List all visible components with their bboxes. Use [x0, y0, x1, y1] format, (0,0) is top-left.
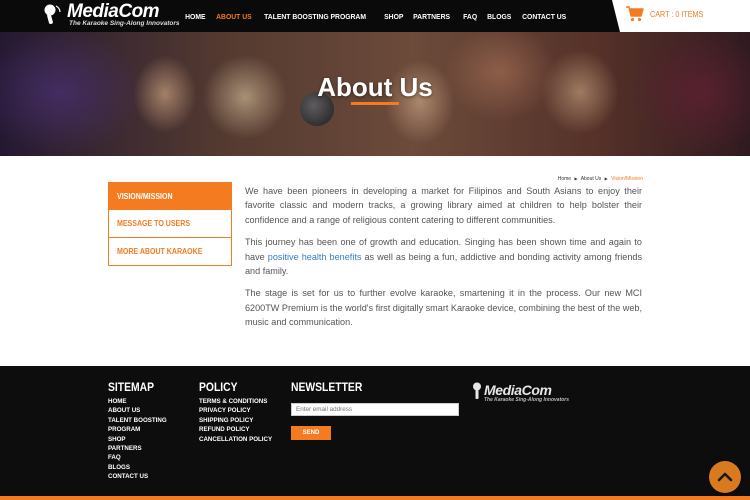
footer-link-about-us[interactable]: ABOUT US	[108, 406, 167, 415]
page-title: About Us	[317, 72, 433, 102]
scroll-to-top-button[interactable]	[709, 461, 741, 493]
footer-link-refund[interactable]: REFUND POLICY	[199, 425, 272, 434]
footer-link-talent-boosting[interactable]: TALENT BOOSTING	[108, 416, 167, 425]
microphone-icon	[44, 4, 61, 25]
nav-blogs[interactable]: BLOGS	[483, 12, 515, 21]
footer-link-privacy[interactable]: PRIVACY POLICY	[199, 406, 272, 415]
nav-home[interactable]: HOME	[181, 12, 210, 21]
footer-link-blogs[interactable]: BLOGS	[108, 463, 167, 472]
footer-newsletter: NEWSLETTER SEND	[291, 382, 459, 440]
nav-talent-boosting-program[interactable]: TALENT BOOSTING PROGRAM	[260, 12, 370, 21]
nav-contact-us[interactable]: CONTACT US	[518, 12, 570, 21]
chevron-up-icon	[717, 472, 733, 482]
breadcrumb: Home ▶ About Us ▶ Vision/Mission	[558, 176, 643, 182]
microphone-icon	[473, 382, 481, 399]
footer-link-shop[interactable]: SHOP	[108, 435, 167, 444]
cart-button[interactable]: CART : 0 ITEMS	[612, 0, 750, 32]
cart-icon	[626, 6, 644, 22]
newsletter-heading: NEWSLETTER	[291, 382, 363, 394]
paragraph-1: We have been pioneers in developing a ma…	[245, 186, 642, 225]
sitemap-heading: SITEMAP	[108, 382, 155, 394]
main-content: We have been pioneers in developing a ma…	[245, 184, 642, 338]
paragraph-2: This journey has been one of growth and …	[245, 235, 642, 278]
footer-link-home[interactable]: HOME	[108, 397, 167, 406]
footer-link-contact-us[interactable]: CONTACT US	[108, 472, 167, 481]
main-nav: HOME ABOUT US TALENT BOOSTING PROGRAM SH…	[181, 0, 575, 32]
side-menu: VISION/MISSION MESSAGE TO USERS MORE ABO…	[108, 182, 232, 266]
side-item-label: VISION/MISSION	[117, 191, 173, 201]
breadcrumb-home[interactable]: Home	[558, 176, 571, 182]
policy-heading: POLICY	[199, 382, 238, 394]
site-logo[interactable]: MediaCom The Karaoke Sing-Along Innovato…	[41, 1, 181, 30]
site-header: MediaCom The Karaoke Sing-Along Innovato…	[0, 0, 750, 32]
side-item-more-about-karaoke[interactable]: MORE ABOUT KARAOKE	[108, 238, 232, 266]
breadcrumb-about-us[interactable]: About Us	[581, 176, 602, 182]
nav-about-us[interactable]: ABOUT US	[212, 12, 256, 21]
footer-link-program[interactable]: PROGRAM	[108, 425, 167, 434]
footer-link-terms[interactable]: TERMS & CONDITIONS	[199, 397, 272, 406]
footer-sitemap: SITEMAP HOME ABOUT US TALENT BOOSTING PR…	[108, 382, 167, 482]
footer-policy: POLICY TERMS & CONDITIONS PRIVACY POLICY…	[199, 382, 272, 444]
footer-logo-name: MediaCom	[484, 382, 552, 398]
side-item-label: MORE ABOUT KARAOKE	[117, 247, 203, 256]
side-item-label: MESSAGE TO USERS	[117, 219, 191, 228]
footer-link-partners[interactable]: PARTNERS	[108, 444, 167, 453]
site-footer: SITEMAP HOME ABOUT US TALENT BOOSTING PR…	[0, 366, 750, 500]
footer-logo[interactable]: MediaCom The Karaoke Sing-Along Innovato…	[472, 382, 582, 408]
breadcrumb-separator-icon: ▶	[604, 176, 608, 181]
breadcrumb-current: Vision/Mission	[611, 176, 643, 182]
health-benefits-link[interactable]: positive health benefits	[268, 252, 362, 262]
side-item-vision-mission[interactable]: VISION/MISSION	[108, 182, 232, 210]
paragraph-3: The stage is set for us to further evolv…	[245, 288, 642, 328]
nav-shop[interactable]: SHOP	[380, 12, 408, 21]
footer-link-cancellation[interactable]: CANCELLATION POLICY	[199, 435, 272, 444]
nav-partners[interactable]: PARTNERS	[409, 12, 454, 21]
footer-link-shipping[interactable]: SHIPPING POLICY	[199, 416, 272, 425]
newsletter-email-input[interactable]	[291, 403, 459, 416]
side-item-message-to-users[interactable]: MESSAGE TO USERS	[108, 210, 232, 238]
title-underline	[351, 102, 399, 105]
logo-tagline: The Karaoke Sing-Along Innovators	[69, 20, 180, 27]
cart-label: CART : 0 ITEMS	[650, 10, 704, 19]
breadcrumb-separator-icon: ▶	[574, 176, 578, 181]
newsletter-send-button[interactable]: SEND	[291, 426, 331, 440]
nav-faq[interactable]: FAQ	[459, 12, 481, 21]
footer-logo-tagline: The Karaoke Sing-Along Innovators	[484, 397, 570, 403]
footer-link-faq[interactable]: FAQ	[108, 453, 167, 462]
hero-banner: About Us	[0, 32, 750, 156]
footer-accent-line	[0, 496, 750, 500]
